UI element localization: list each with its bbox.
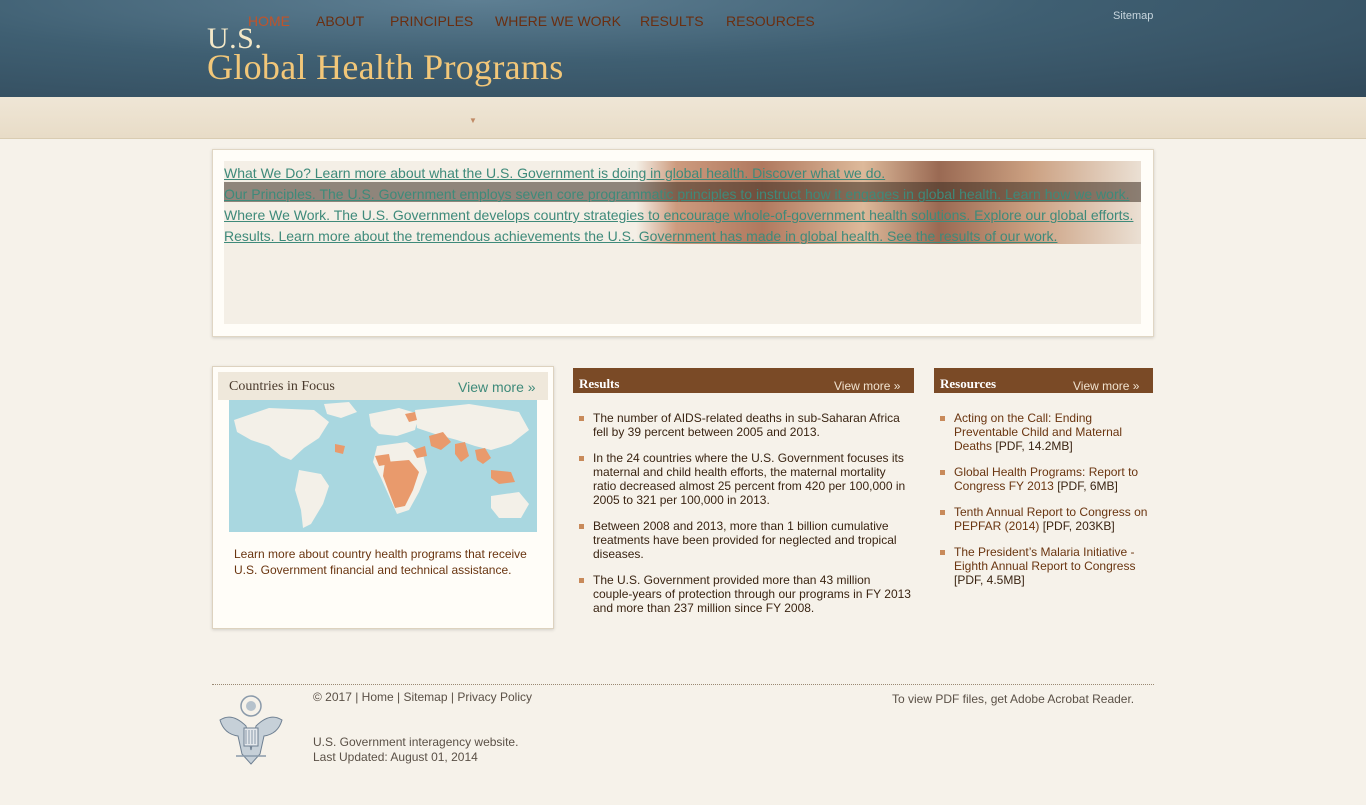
resource-link[interactable]: Acting on the Call: Ending Preventable C… — [954, 411, 1154, 453]
pdf-reader-prefix: To view PDF files, get — [892, 692, 1011, 706]
footer-note: U.S. Government interagency website. Las… — [313, 735, 518, 765]
result-item: In the 24 countries where the U.S. Gover… — [593, 451, 906, 507]
pdf-reader-note: To view PDF files, get Adobe Acrobat Rea… — [892, 692, 1134, 706]
nav-where-we-work[interactable]: WHERE WE WORK — [495, 13, 621, 29]
resource-link-meta: [PDF, 203KB] — [1042, 519, 1115, 533]
chevron-down-icon[interactable]: ▼ — [469, 116, 477, 125]
main-nav — [0, 97, 1366, 139]
footer-divider — [212, 684, 1154, 685]
bullet-icon — [579, 456, 584, 461]
resources-title: Resources — [940, 376, 997, 391]
resource-link[interactable]: Global Health Programs: Report to Congre… — [954, 465, 1154, 493]
countries-description[interactable]: Learn more about country health programs… — [234, 546, 544, 578]
nav-resources[interactable]: RESOURCES — [726, 13, 815, 29]
countries-title: Countries in Focus — [229, 379, 335, 394]
footer-privacy-link[interactable]: Privacy Policy — [457, 690, 532, 704]
resource-link-meta: [PDF, 14.2MB] — [995, 439, 1073, 453]
sitemap-link[interactable]: Sitemap — [1113, 10, 1153, 22]
resource-link-label[interactable]: The President’s Malaria Initiative - Eig… — [954, 545, 1135, 573]
world-map-icon[interactable] — [229, 400, 537, 532]
footer-links: © 2017 | Home | Sitemap | Privacy Policy — [313, 690, 532, 704]
countries-view-more-link[interactable]: View more » — [458, 379, 536, 395]
bullet-icon — [940, 550, 945, 555]
results-view-more-link[interactable]: View more » — [834, 379, 900, 393]
bullet-icon — [940, 416, 945, 421]
resource-link-meta: [PDF, 6MB] — [1057, 479, 1118, 493]
slider-link-where-we-work[interactable]: Where We Work. The U.S. Government devel… — [224, 207, 1141, 223]
footer-home-link[interactable]: Home — [362, 690, 394, 704]
nav-about[interactable]: ABOUT — [316, 13, 364, 29]
bullet-icon — [579, 416, 584, 421]
us-seal-icon — [219, 695, 283, 765]
bullet-icon — [579, 524, 584, 529]
slider-link-what-we-do[interactable]: What We Do? Learn more about what the U.… — [224, 165, 1141, 181]
bullet-icon — [579, 578, 584, 583]
adobe-reader-link[interactable]: Adobe Acrobat Reader. — [1010, 692, 1134, 706]
last-updated: Last Updated: August 01, 2014 — [313, 750, 478, 764]
result-item: The U.S. Government provided more than 4… — [593, 573, 911, 615]
slider-link-results[interactable]: Results. Learn more about the tremendous… — [224, 228, 1141, 244]
bullet-icon — [940, 470, 945, 475]
resource-link[interactable]: Tenth Annual Report to Congress on PEPFA… — [954, 505, 1154, 533]
result-item: Between 2008 and 2013, more than 1 billi… — [593, 519, 897, 561]
logo-title[interactable]: Global Health Programs — [207, 46, 564, 88]
resources-view-more-link[interactable]: View more » — [1073, 379, 1139, 393]
resource-link-meta: [PDF, 4.5MB] — [954, 573, 1025, 587]
interagency-note: U.S. Government interagency website. — [313, 735, 519, 749]
results-title: Results — [579, 376, 620, 391]
copyright-text: © 2017 — [313, 690, 352, 704]
result-item: The number of AIDS-related deaths in sub… — [593, 411, 900, 439]
bullet-icon — [940, 510, 945, 515]
nav-principles[interactable]: PRINCIPLES — [390, 13, 473, 29]
resource-link[interactable]: The President’s Malaria Initiative - Eig… — [954, 545, 1154, 587]
footer-sitemap-link[interactable]: Sitemap — [403, 690, 447, 704]
nav-results[interactable]: RESULTS — [640, 13, 704, 29]
nav-home[interactable]: HOME — [248, 13, 290, 29]
slider-link-principles[interactable]: Our Principles. The U.S. Government empl… — [224, 186, 1141, 202]
